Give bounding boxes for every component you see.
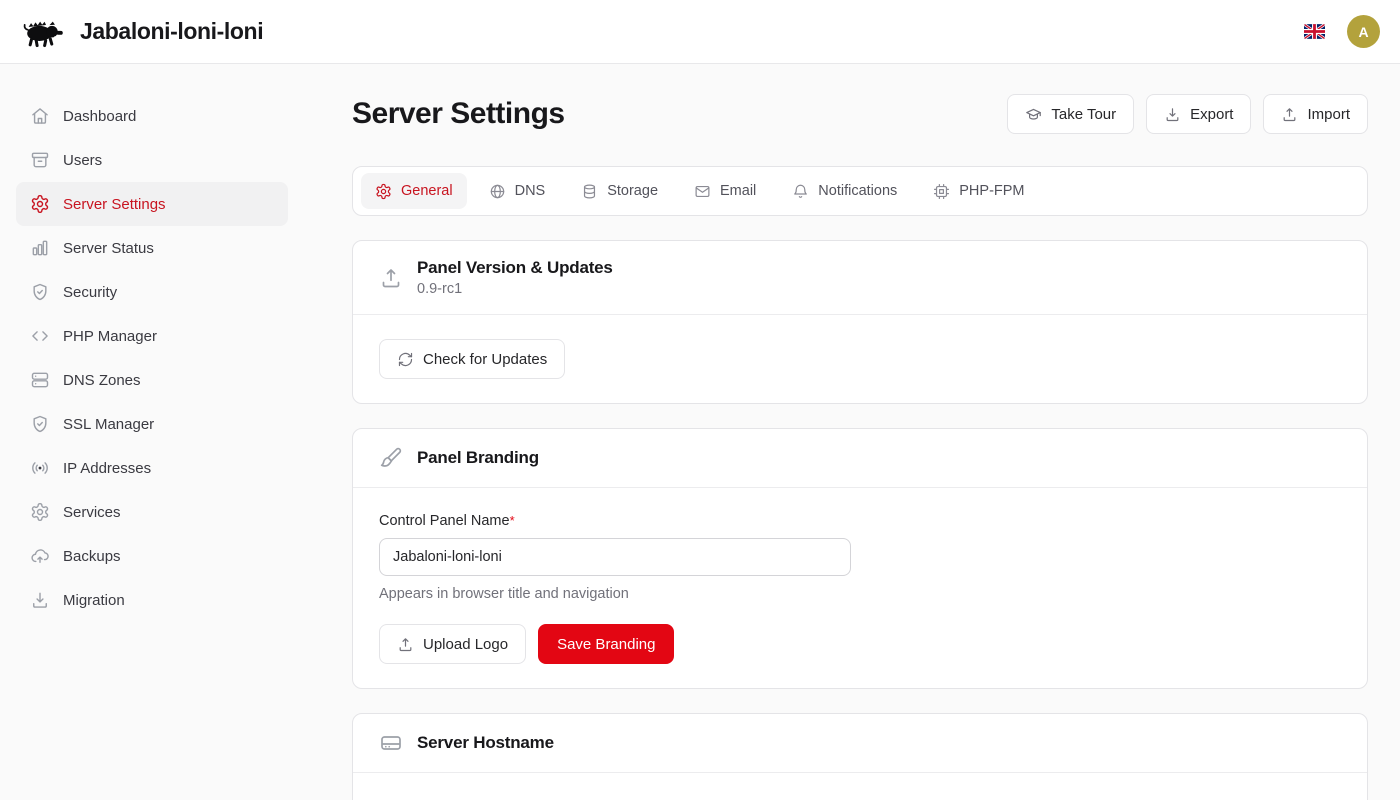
archive-icon bbox=[30, 150, 50, 170]
code-icon bbox=[30, 326, 50, 346]
save-branding-button[interactable]: Save Branding bbox=[538, 624, 674, 664]
boar-logo-icon bbox=[20, 14, 66, 50]
tab-notifications[interactable]: Notifications bbox=[778, 173, 911, 209]
sidebar-item-label: PHP Manager bbox=[63, 328, 157, 345]
gear-icon bbox=[30, 502, 50, 522]
tab-general[interactable]: General bbox=[361, 173, 467, 209]
sidebar: Dashboard Users Server Settings Server S… bbox=[0, 64, 304, 800]
panel-branding-card: Panel Branding Control Panel Name* Appea… bbox=[352, 428, 1368, 689]
card-title: Server Hostname bbox=[417, 733, 554, 753]
required-marker: * bbox=[510, 513, 515, 528]
server-hostname-card: Server Hostname Hostname* bbox=[352, 713, 1368, 800]
main-content: Server Settings Take Tour Export Import … bbox=[304, 64, 1400, 800]
tab-php-fpm[interactable]: PHP-FPM bbox=[919, 173, 1038, 209]
upload-icon bbox=[379, 266, 403, 290]
sidebar-item-security[interactable]: Security bbox=[16, 270, 288, 314]
page-actions: Take Tour Export Import bbox=[1007, 94, 1368, 134]
gear-icon bbox=[30, 194, 50, 214]
tab-dns[interactable]: DNS bbox=[475, 173, 560, 209]
download-icon bbox=[1164, 106, 1181, 123]
sidebar-item-label: DNS Zones bbox=[63, 372, 141, 389]
refresh-icon bbox=[397, 351, 414, 368]
home-icon bbox=[30, 106, 50, 126]
sidebar-item-label: Users bbox=[63, 152, 102, 169]
upload-icon bbox=[1281, 106, 1298, 123]
export-button[interactable]: Export bbox=[1146, 94, 1251, 134]
sidebar-item-ip-addresses[interactable]: IP Addresses bbox=[16, 446, 288, 490]
shield-check-icon bbox=[30, 414, 50, 434]
check-updates-button[interactable]: Check for Updates bbox=[379, 339, 565, 379]
sidebar-item-php-manager[interactable]: PHP Manager bbox=[16, 314, 288, 358]
globe-icon bbox=[489, 183, 506, 200]
upload-logo-button[interactable]: Upload Logo bbox=[379, 624, 526, 664]
cpu-icon bbox=[933, 183, 950, 200]
sidebar-item-server-settings[interactable]: Server Settings bbox=[16, 182, 288, 226]
brand[interactable]: Jabaloni-loni-loni bbox=[20, 14, 263, 50]
upload-icon bbox=[397, 636, 414, 653]
graduation-cap-icon bbox=[1025, 106, 1042, 123]
take-tour-button[interactable]: Take Tour bbox=[1007, 94, 1134, 134]
sidebar-item-dns-zones[interactable]: DNS Zones bbox=[16, 358, 288, 402]
sidebar-item-label: Backups bbox=[63, 548, 121, 565]
broadcast-icon bbox=[30, 458, 50, 478]
sidebar-item-migration[interactable]: Migration bbox=[16, 578, 288, 622]
gear-icon bbox=[375, 183, 392, 200]
sidebar-item-label: Dashboard bbox=[63, 108, 136, 125]
bell-icon bbox=[792, 183, 809, 200]
sidebar-item-label: Server Status bbox=[63, 240, 154, 257]
app-title: Jabaloni-loni-loni bbox=[80, 18, 263, 45]
sidebar-item-label: SSL Manager bbox=[63, 416, 154, 433]
page-title: Server Settings bbox=[352, 97, 565, 131]
cloud-upload-icon bbox=[30, 546, 50, 566]
control-panel-name-label: Control Panel Name* bbox=[379, 513, 515, 529]
card-title: Panel Version & Updates bbox=[417, 258, 613, 278]
field-helper-text: Appears in browser title and navigation bbox=[379, 586, 1341, 602]
paintbrush-icon bbox=[379, 446, 403, 470]
current-version: 0.9-rc1 bbox=[417, 281, 613, 297]
sidebar-item-backups[interactable]: Backups bbox=[16, 534, 288, 578]
bar-chart-icon bbox=[30, 238, 50, 258]
settings-tabs: General DNS Storage Email Notifications … bbox=[352, 166, 1368, 216]
database-icon bbox=[581, 183, 598, 200]
sidebar-item-dashboard[interactable]: Dashboard bbox=[16, 94, 288, 138]
sidebar-item-label: Server Settings bbox=[63, 196, 166, 213]
uk-flag-icon[interactable] bbox=[1304, 24, 1325, 39]
tab-email[interactable]: Email bbox=[680, 173, 770, 209]
app-header: Jabaloni-loni-loni A bbox=[0, 0, 1400, 64]
sidebar-item-services[interactable]: Services bbox=[16, 490, 288, 534]
download-icon bbox=[30, 590, 50, 610]
panel-version-card: Panel Version & Updates 0.9-rc1 Check fo… bbox=[352, 240, 1368, 404]
sidebar-item-label: Security bbox=[63, 284, 117, 301]
user-avatar[interactable]: A bbox=[1347, 15, 1380, 48]
hard-drive-icon bbox=[379, 731, 403, 755]
mail-icon bbox=[694, 183, 711, 200]
import-button[interactable]: Import bbox=[1263, 94, 1368, 134]
sidebar-item-label: Migration bbox=[63, 592, 125, 609]
tab-storage[interactable]: Storage bbox=[567, 173, 672, 209]
sidebar-item-server-status[interactable]: Server Status bbox=[16, 226, 288, 270]
sidebar-item-label: Services bbox=[63, 504, 121, 521]
card-title: Panel Branding bbox=[417, 448, 539, 468]
sidebar-item-label: IP Addresses bbox=[63, 460, 151, 477]
server-icon bbox=[30, 370, 50, 390]
sidebar-item-ssl-manager[interactable]: SSL Manager bbox=[16, 402, 288, 446]
sidebar-item-users[interactable]: Users bbox=[16, 138, 288, 182]
control-panel-name-input[interactable] bbox=[379, 538, 851, 576]
shield-check-icon bbox=[30, 282, 50, 302]
